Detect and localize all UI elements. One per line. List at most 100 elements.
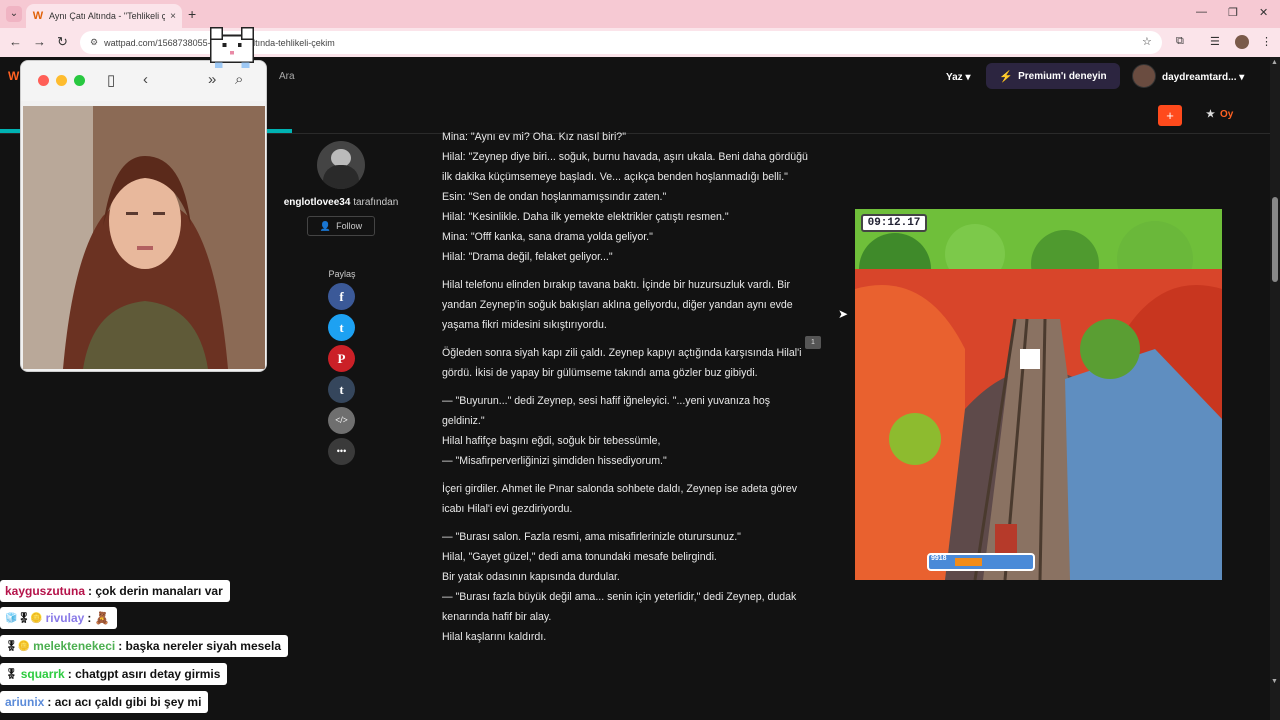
story-text: Mina: "Aynı ev mi? Oha. Kız nasıl biri?"… xyxy=(442,127,812,647)
user-menu[interactable]: daydreamtard... ▾ xyxy=(1162,72,1244,83)
webcam-window: ▯ ‹ » ⌕ xyxy=(20,60,267,372)
chat-text: : 🧸 xyxy=(87,611,110,625)
game-scene xyxy=(855,209,1222,580)
tab-close-icon[interactable]: × xyxy=(170,11,176,22)
chat-message: 🎖 squarrk: chatgpt asırı detay girmis xyxy=(0,663,228,685)
author-suffix: tarafından xyxy=(350,197,399,208)
scroll-up-icon[interactable]: ▲ xyxy=(1271,59,1278,66)
story-line: Hilal telefonu elinden bırakıp tavana ba… xyxy=(442,279,793,331)
chat-badge-icon: 🧊🎖🪙 xyxy=(5,612,43,624)
chat-username: melektenekeci xyxy=(33,639,116,653)
webcam-feed xyxy=(23,106,265,369)
tab-title: Aynı Çatı Altında - "Tehlikeli çe xyxy=(49,11,166,21)
chat-text: : chatgpt asırı detay girmis xyxy=(67,667,221,681)
scroll-down-icon[interactable]: ▼ xyxy=(1271,678,1278,685)
chat-username: kayguszutuna xyxy=(5,584,86,598)
reload-icon[interactable]: ↻ xyxy=(57,34,68,50)
share-label: Paylaş xyxy=(328,269,356,279)
profile-avatar[interactable] xyxy=(1235,35,1249,49)
game-timer: 09:12.17 xyxy=(861,214,927,232)
story-line: — "Burası fazla büyük değil ama... senin… xyxy=(442,591,797,623)
back-icon[interactable]: ← xyxy=(9,34,22,49)
follow-button[interactable]: 👤 Follow xyxy=(307,216,375,236)
game-meter-score: 9918 xyxy=(931,555,947,562)
story-line: — "Burası salon. Fazla resmi, ama misafi… xyxy=(442,531,741,543)
story-line: Mina: "Offf kanka, sana drama yolda geli… xyxy=(442,231,653,243)
wattpad-favicon-icon: W xyxy=(32,10,44,22)
facebook-share-icon[interactable]: f xyxy=(328,283,355,310)
search-icon[interactable]: ⌕ xyxy=(235,71,243,88)
pinterest-share-icon[interactable]: P xyxy=(328,345,355,372)
sidebar-icon[interactable]: ▯ xyxy=(107,71,115,89)
maximize-icon[interactable]: ❐ xyxy=(1228,6,1238,19)
story-line: Hilal: "Drama değil, felaket geliyor..." xyxy=(442,251,613,263)
author-avatar[interactable] xyxy=(317,141,365,189)
close-window-icon[interactable]: ✕ xyxy=(1259,6,1268,19)
vote-button[interactable]: ★ Oy xyxy=(1206,109,1233,120)
story-line: Hilal kaşlarını kaldırdı. xyxy=(442,631,547,643)
pixel-cat-icon xyxy=(210,27,254,69)
lightning-icon: ⚡ xyxy=(999,70,1014,83)
chat-text: : başka nereler siyah mesela xyxy=(118,639,281,653)
story-line: Hilal: "Zeynep diye biri... soğuk, burnu… xyxy=(442,151,808,183)
story-line: İçeri girdiler. Ahmet ile Pınar salonda … xyxy=(442,483,798,515)
story-line: Hilal, "Gayet güzel," dedi ama tonundaki… xyxy=(442,551,717,563)
story-line: — "Buyurun..." dedi Zeynep, sesi hafif i… xyxy=(442,395,771,427)
chat-username: ariunix xyxy=(5,695,45,709)
game-video-overlay: 09:12.17 9918 xyxy=(855,209,1222,580)
wattpad-logo[interactable]: W xyxy=(8,69,19,83)
mouse-cursor-icon: ➤ xyxy=(838,307,849,321)
game-meter-fill xyxy=(955,558,983,566)
follow-label: Follow xyxy=(336,221,363,231)
write-menu[interactable]: Yaz ▾ xyxy=(946,72,970,83)
story-line: Öğleden sonra siyah kapı zili çaldı. Zey… xyxy=(442,347,802,379)
embed-share-icon[interactable]: </> xyxy=(328,407,355,434)
chat-text: : çok derin manaları var xyxy=(88,584,223,598)
browser-toolbar: ← → ↻ ⚙ wattpad.com/1568738055-aynı-çatı… xyxy=(0,28,1280,57)
chat-message: 🎖🪙 melektenekeci: başka nereler siyah mes… xyxy=(0,635,288,657)
chevron-left-icon[interactable]: ‹ xyxy=(143,71,148,88)
add-to-list-button[interactable]: + xyxy=(1158,105,1182,126)
minimize-dot-icon[interactable] xyxy=(56,75,67,86)
star-icon: ★ xyxy=(1206,109,1215,120)
author-name[interactable]: englotlovee34 xyxy=(284,197,351,208)
chat-message: kayguszutuna: çok derin manaları var xyxy=(0,580,230,602)
premium-label: Premium'ı deneyin xyxy=(1018,70,1107,82)
page-scrollbar[interactable]: ▲ ▼ xyxy=(1270,57,1280,720)
story-line: Bir yatak odasının kapısında durdular. xyxy=(442,571,620,583)
chat-message: ariunix: acı acı çaldı gibi bi şey mi xyxy=(0,691,209,713)
user-avatar[interactable] xyxy=(1132,64,1156,88)
extensions-icon[interactable]: ⧉ xyxy=(1176,35,1184,48)
minimize-icon[interactable]: — xyxy=(1196,6,1207,18)
bookmark-star-icon[interactable]: ☆ xyxy=(1142,35,1152,48)
premium-button[interactable]: ⚡ Premium'ı deneyin xyxy=(986,63,1120,89)
game-score-meter: 9918 xyxy=(927,553,1035,571)
tumblr-share-icon[interactable]: t xyxy=(328,376,355,403)
author-panel: englotlovee34 tarafından 👤 Follow xyxy=(282,141,400,236)
site-info-icon[interactable]: ⚙ xyxy=(90,37,98,48)
scroll-thumb[interactable] xyxy=(1272,197,1278,282)
search-label[interactable]: Ara xyxy=(279,71,295,82)
vote-label: Oy xyxy=(1219,109,1234,120)
inline-comment-badge[interactable]: 1 xyxy=(805,336,821,349)
story-line: — "Misafirperverliğinizi şimdiden hissed… xyxy=(442,455,667,467)
new-tab-button[interactable]: + xyxy=(188,6,196,22)
story-line: Hilal: "Kesinlikle. Daha ilk yemekte ele… xyxy=(442,211,729,223)
chat-username: rivulay xyxy=(45,611,85,625)
twitter-share-icon[interactable]: t xyxy=(328,314,355,341)
forward-icon[interactable]: → xyxy=(33,34,46,49)
maximize-dot-icon[interactable] xyxy=(74,75,85,86)
more-share-icon[interactable]: ••• xyxy=(328,438,355,465)
chat-message: 🧊🎖🪙 rivulay: 🧸 xyxy=(0,607,117,629)
browser-tab[interactable]: W Aynı Çatı Altında - "Tehlikeli çe × xyxy=(26,4,182,28)
add-person-icon: 👤 xyxy=(319,220,332,231)
tab-list-button[interactable]: ⌄ xyxy=(6,6,22,22)
chat-badge-icon: 🎖 xyxy=(5,668,18,680)
close-dot-icon[interactable] xyxy=(38,75,49,86)
reading-list-icon[interactable]: ☰ xyxy=(1210,35,1220,48)
chat-text: : acı acı çaldı gibi bi şey mi xyxy=(47,695,202,709)
chevrons-right-icon[interactable]: » xyxy=(208,71,216,88)
story-line: Mina: "Aynı ev mi? Oha. Kız nasıl biri?" xyxy=(442,131,626,143)
story-line: Hilal hafifçe başını eğdi, soğuk bir teb… xyxy=(442,435,661,447)
browser-menu-icon[interactable]: ⋮ xyxy=(1261,35,1272,48)
